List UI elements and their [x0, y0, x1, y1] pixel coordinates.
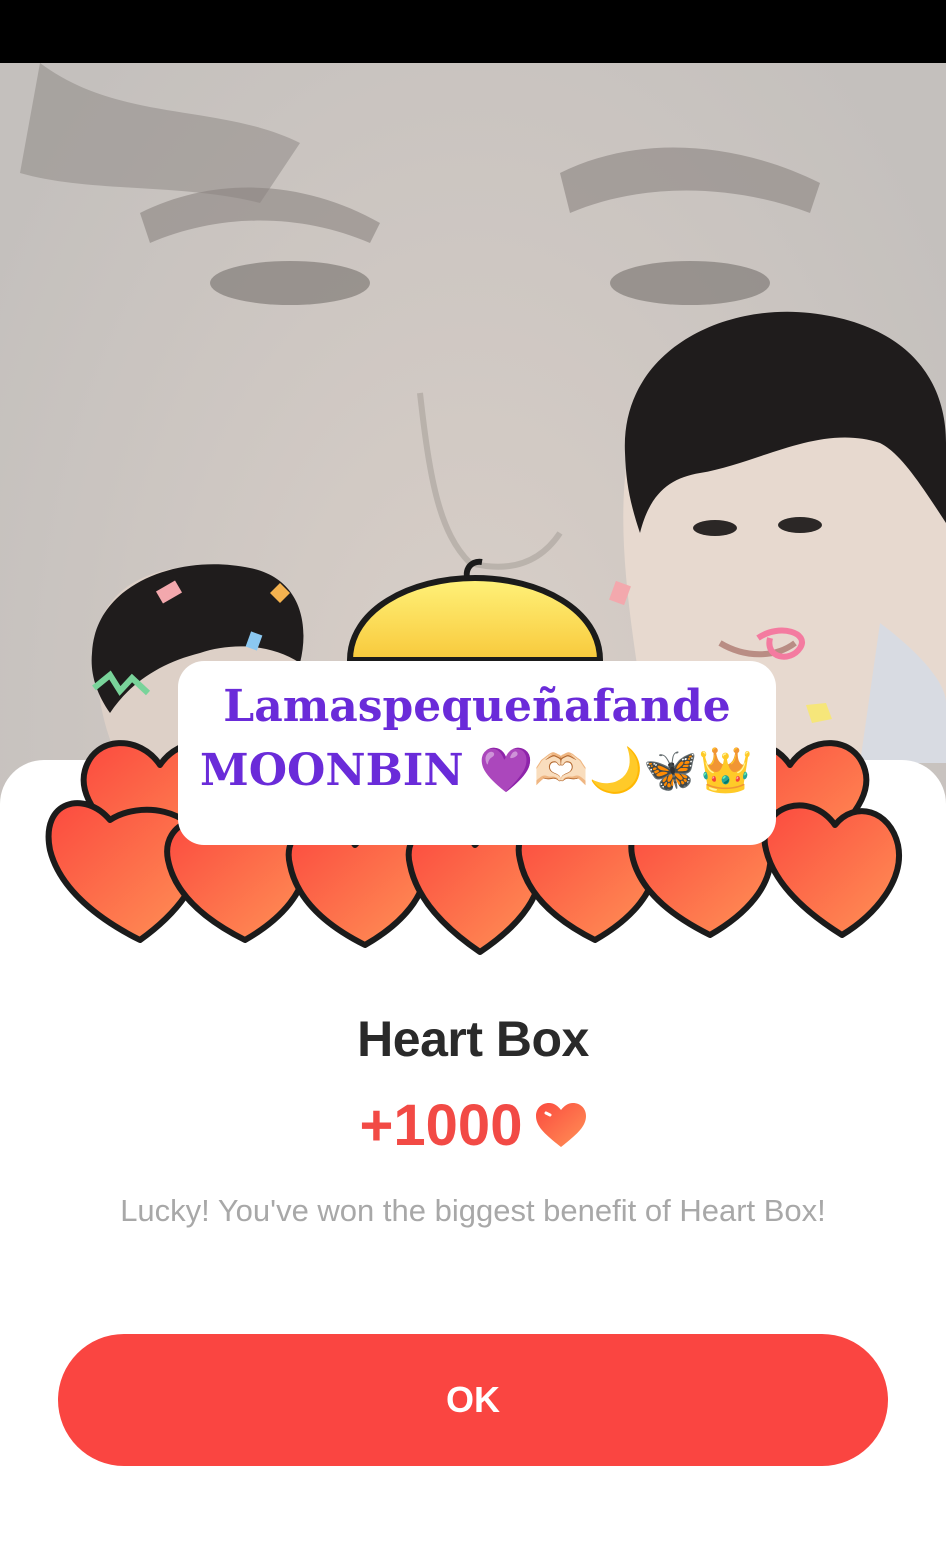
dialog-message: Lucky! You've won the biggest benefit of… — [120, 1193, 826, 1228]
reward-amount: +1000 — [359, 1093, 523, 1158]
heart-icon — [536, 1102, 587, 1149]
status-bar — [0, 0, 946, 63]
caption-line-1: Lamaspequeñafande — [223, 681, 731, 732]
chick-icon — [346, 558, 604, 663]
caption-overlay: Lamaspequeñafande MOONBIN 💜🫶🏻🌙🦋👑 — [178, 661, 776, 845]
dialog-title: Heart Box — [357, 1011, 589, 1067]
reward-row: +1000 — [0, 1092, 946, 1159]
caption-line-2: MOONBIN 💜🫶🏻🌙🦋👑 — [200, 745, 753, 796]
ok-button[interactable]: OK — [58, 1334, 888, 1466]
